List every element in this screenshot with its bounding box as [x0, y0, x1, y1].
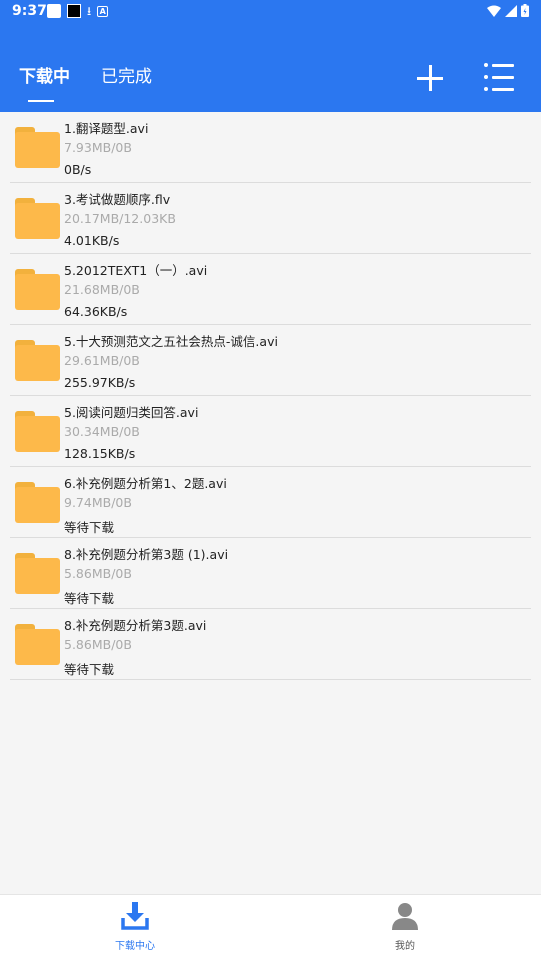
download-status: 等待下载 [64, 662, 115, 677]
status-bar: 9:37 ⭳ A [0, 0, 541, 24]
list-item[interactable]: 5.2012TEXT1（一）.avi 21.68MB/0B 64.36KB/s [10, 254, 531, 325]
nav-label: 下载中心 [115, 941, 155, 952]
list-item[interactable]: 5.阅读问题归类回答.avi 30.34MB/0B 128.15KB/s [10, 396, 531, 467]
folder-icon [15, 269, 60, 310]
nav-mine[interactable]: 我的 [345, 895, 465, 961]
file-size: 20.17MB/12.03KB [64, 211, 176, 226]
download-status: 等待下载 [64, 591, 115, 606]
nav-download-center[interactable]: 下载中心 [75, 895, 195, 961]
download-status: 4.01KB/s [64, 233, 120, 248]
folder-icon [15, 127, 60, 168]
notification-black-icon [67, 4, 81, 18]
download-status: 等待下载 [64, 520, 115, 535]
list-item[interactable]: 8.补充例题分析第3题.avi 5.86MB/0B 等待下载 [10, 609, 531, 680]
file-name: 5.2012TEXT1（一）.avi [64, 263, 208, 278]
tab-downloading[interactable]: 下载中 [19, 62, 70, 87]
file-name: 8.补充例题分析第3题.avi [64, 618, 207, 633]
file-size: 7.93MB/0B [64, 140, 132, 155]
tab-indicator [28, 100, 54, 102]
wifi-icon [487, 5, 501, 17]
bottom-nav: 下载中心 我的 [0, 894, 541, 961]
download-list: 1.翻译题型.avi 7.93MB/0B 0B/s 3.考试做题顺序.flv 2… [0, 112, 541, 680]
folder-icon [15, 411, 60, 452]
download-status-icon: ⭳ [87, 4, 92, 18]
file-size: 29.61MB/0B [64, 353, 140, 368]
file-size: 5.86MB/0B [64, 637, 132, 652]
file-size: 9.74MB/0B [64, 495, 132, 510]
download-status: 128.15KB/s [64, 446, 136, 461]
a-status-icon: A [97, 5, 109, 17]
file-size: 5.86MB/0B [64, 566, 132, 581]
download-status: 0B/s [64, 162, 92, 177]
plus-icon[interactable] [414, 62, 446, 94]
tab-completed[interactable]: 已完成 [101, 62, 152, 87]
app-header: 9:37 ⭳ A 下载中 已完成 [0, 0, 541, 112]
file-name: 8.补充例题分析第3题 (1).avi [64, 547, 229, 562]
folder-icon [15, 482, 60, 523]
system-icons [487, 4, 529, 17]
file-size: 30.34MB/0B [64, 424, 140, 439]
status-time: 9:37 [12, 3, 47, 19]
file-name: 1.翻译题型.avi [64, 121, 149, 136]
list-item[interactable]: 1.翻译题型.avi 7.93MB/0B 0B/s [10, 112, 531, 183]
list-item[interactable]: 5.十大预测范文之五社会热点-诚信.avi 29.61MB/0B 255.97K… [10, 325, 531, 396]
file-size: 21.68MB/0B [64, 282, 140, 297]
signal-icon [505, 4, 517, 17]
user-icon [392, 903, 418, 930]
list-item[interactable]: 3.考试做题顺序.flv 20.17MB/12.03KB 4.01KB/s [10, 183, 531, 254]
folder-icon [15, 624, 60, 665]
file-name: 5.十大预测范文之五社会热点-诚信.avi [64, 334, 278, 349]
download-status: 64.36KB/s [64, 304, 128, 319]
file-name: 3.考试做题顺序.flv [64, 192, 171, 207]
file-name: 5.阅读问题归类回答.avi [64, 405, 199, 420]
download-status: 255.97KB/s [64, 375, 136, 390]
notification-square-icon [47, 4, 61, 18]
list-item[interactable]: 8.补充例题分析第3题 (1).avi 5.86MB/0B 等待下载 [10, 538, 531, 609]
notification-icons: ⭳ A [47, 4, 109, 18]
folder-icon [15, 553, 60, 594]
file-name: 6.补充例题分析第1、2题.avi [64, 476, 227, 491]
list-item[interactable]: 6.补充例题分析第1、2题.avi 9.74MB/0B 等待下载 [10, 467, 531, 538]
download-icon [121, 902, 149, 930]
folder-icon [15, 340, 60, 381]
list-icon[interactable] [484, 62, 514, 92]
folder-icon [15, 198, 60, 239]
battery-icon [521, 4, 529, 17]
nav-label: 我的 [395, 941, 415, 952]
